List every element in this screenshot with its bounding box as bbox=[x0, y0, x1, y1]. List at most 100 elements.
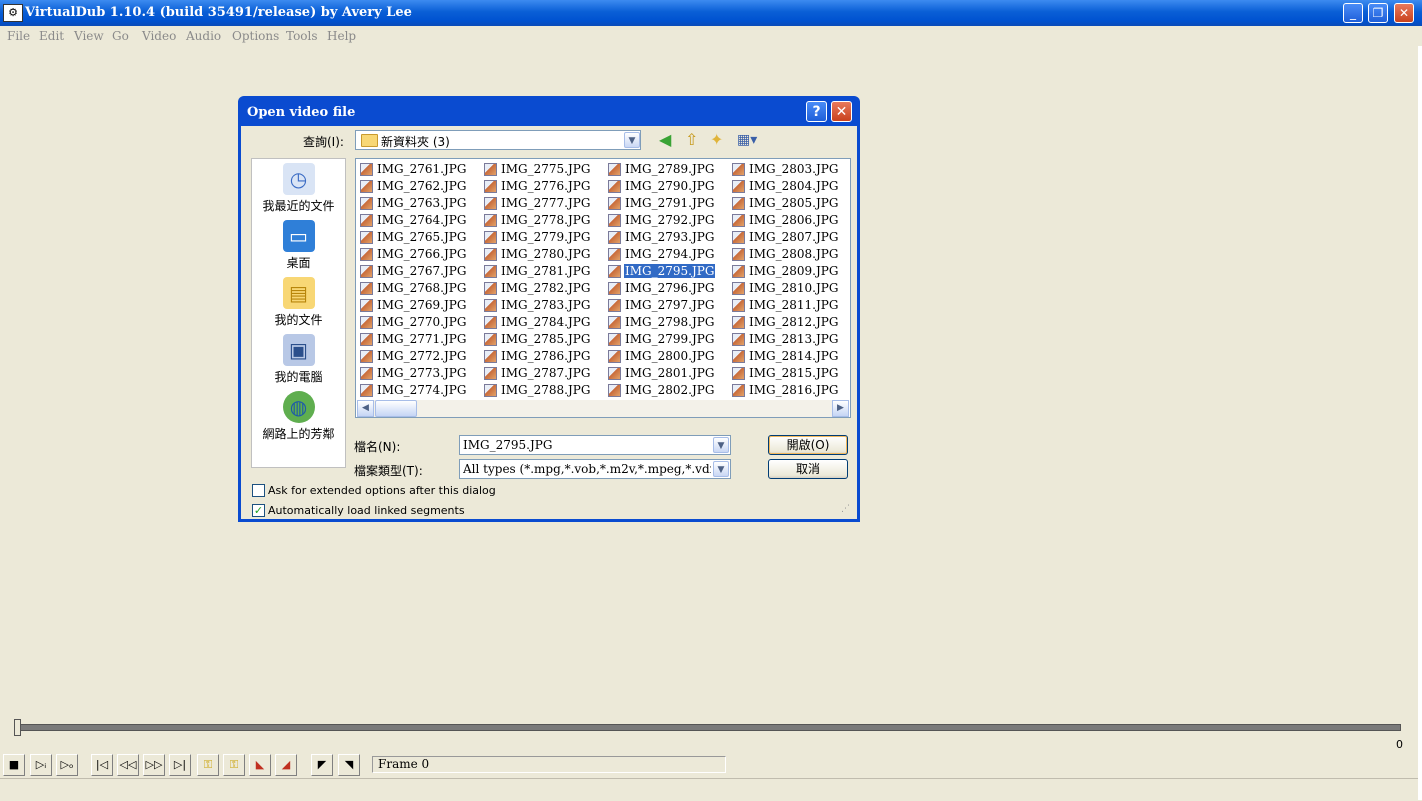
file-item[interactable]: IMG_2772.JPG bbox=[358, 348, 482, 365]
file-item[interactable]: IMG_2773.JPG bbox=[358, 365, 482, 382]
selected-file-item[interactable]: IMG_2795.JPG bbox=[606, 263, 730, 280]
stop-icon[interactable]: ■ bbox=[3, 754, 25, 776]
chevron-down-icon[interactable]: ▼ bbox=[624, 132, 640, 148]
file-item[interactable]: IMG_2765.JPG bbox=[358, 229, 482, 246]
menu-options[interactable]: Options bbox=[232, 29, 279, 43]
look-in-dropdown[interactable]: 新資料夾 (3) ▼ bbox=[355, 130, 641, 150]
place-network[interactable]: ◍ 網路上的芳鄰 bbox=[252, 391, 345, 442]
place-recent[interactable]: ◷ 我最近的文件 bbox=[252, 163, 345, 214]
scroll-left-icon[interactable]: ◀ bbox=[357, 400, 374, 417]
cancel-button[interactable]: 取消 bbox=[768, 459, 848, 479]
file-item[interactable]: IMG_2799.JPG bbox=[606, 331, 730, 348]
load-linked-checkbox[interactable]: ✓ bbox=[252, 504, 265, 517]
file-item[interactable]: IMG_2764.JPG bbox=[358, 212, 482, 229]
file-item[interactable]: IMG_2797.JPG bbox=[606, 297, 730, 314]
file-item[interactable]: IMG_2800.JPG bbox=[606, 348, 730, 365]
play-output-icon[interactable]: ▷ₒ bbox=[56, 754, 78, 776]
go-end-icon[interactable]: ▷| bbox=[169, 754, 191, 776]
file-item[interactable]: IMG_2810.JPG bbox=[730, 280, 850, 297]
scroll-thumb[interactable] bbox=[375, 400, 417, 417]
resize-grip-icon[interactable]: ⋰ bbox=[841, 504, 850, 514]
menu-audio[interactable]: Audio bbox=[186, 29, 221, 43]
file-item[interactable]: IMG_2790.JPG bbox=[606, 178, 730, 195]
file-item[interactable]: IMG_2782.JPG bbox=[482, 280, 606, 297]
open-button[interactable]: 開啟(O) bbox=[768, 435, 848, 455]
filetype-select[interactable]: All types (*.mpg,*.vob,*.m2v,*.mpeg,*.vd… bbox=[459, 459, 731, 479]
file-item[interactable]: IMG_2811.JPG bbox=[730, 297, 850, 314]
file-item[interactable]: IMG_2801.JPG bbox=[606, 365, 730, 382]
file-item[interactable]: IMG_2816.JPG bbox=[730, 382, 850, 399]
app-icon[interactable]: ⚙ bbox=[3, 4, 23, 22]
prev-key-icon[interactable]: ⚿ bbox=[197, 754, 219, 776]
file-item[interactable]: IMG_2807.JPG bbox=[730, 229, 850, 246]
menu-go[interactable]: Go bbox=[112, 29, 129, 43]
menu-edit[interactable]: Edit bbox=[39, 29, 64, 43]
place-my-documents[interactable]: ▤ 我的文件 bbox=[252, 277, 345, 328]
file-item[interactable]: IMG_2783.JPG bbox=[482, 297, 606, 314]
file-item[interactable]: IMG_2769.JPG bbox=[358, 297, 482, 314]
place-my-computer[interactable]: ▣ 我的電腦 bbox=[252, 334, 345, 385]
next-key-icon[interactable]: ⚿ bbox=[223, 754, 245, 776]
new-folder-icon[interactable]: ✦ bbox=[710, 132, 723, 148]
file-item[interactable]: IMG_2770.JPG bbox=[358, 314, 482, 331]
file-item[interactable]: IMG_2796.JPG bbox=[606, 280, 730, 297]
chevron-down-icon[interactable]: ▼ bbox=[713, 461, 729, 477]
file-item[interactable]: IMG_2771.JPG bbox=[358, 331, 482, 348]
back-icon[interactable]: ◀ bbox=[659, 132, 671, 148]
file-item[interactable]: IMG_2788.JPG bbox=[482, 382, 606, 399]
file-item[interactable]: IMG_2767.JPG bbox=[358, 263, 482, 280]
chevron-down-icon[interactable]: ▼ bbox=[713, 437, 729, 453]
file-item[interactable]: IMG_2785.JPG bbox=[482, 331, 606, 348]
file-item[interactable]: IMG_2777.JPG bbox=[482, 195, 606, 212]
file-item[interactable]: IMG_2814.JPG bbox=[730, 348, 850, 365]
menu-view[interactable]: View bbox=[74, 29, 104, 43]
up-folder-icon[interactable]: ⇧ bbox=[685, 132, 698, 148]
file-item[interactable]: IMG_2803.JPG bbox=[730, 161, 850, 178]
file-item[interactable]: IMG_2784.JPG bbox=[482, 314, 606, 331]
file-item[interactable]: IMG_2793.JPG bbox=[606, 229, 730, 246]
file-item[interactable]: IMG_2804.JPG bbox=[730, 178, 850, 195]
file-item[interactable]: IMG_2763.JPG bbox=[358, 195, 482, 212]
file-item[interactable]: IMG_2761.JPG bbox=[358, 161, 482, 178]
scroll-right-icon[interactable]: ▶ bbox=[832, 400, 849, 417]
file-item[interactable]: IMG_2762.JPG bbox=[358, 178, 482, 195]
file-item[interactable]: IMG_2787.JPG bbox=[482, 365, 606, 382]
file-item[interactable]: IMG_2768.JPG bbox=[358, 280, 482, 297]
menu-help[interactable]: Help bbox=[327, 29, 356, 43]
mark-in-icon[interactable]: ◤ bbox=[311, 754, 333, 776]
file-item[interactable]: IMG_2808.JPG bbox=[730, 246, 850, 263]
file-item[interactable]: IMG_2802.JPG bbox=[606, 382, 730, 399]
menu-tools[interactable]: Tools bbox=[286, 29, 318, 43]
file-item[interactable]: IMG_2778.JPG bbox=[482, 212, 606, 229]
filename-input[interactable]: IMG_2795.JPG ▼ bbox=[459, 435, 731, 455]
restore-button[interactable]: ❐ bbox=[1368, 3, 1388, 23]
file-item[interactable]: IMG_2812.JPG bbox=[730, 314, 850, 331]
prev-scene-icon[interactable]: ◣ bbox=[249, 754, 271, 776]
close-button[interactable]: ✕ bbox=[1394, 3, 1414, 23]
file-item[interactable]: IMG_2781.JPG bbox=[482, 263, 606, 280]
file-item[interactable]: IMG_2775.JPG bbox=[482, 161, 606, 178]
file-item[interactable]: IMG_2786.JPG bbox=[482, 348, 606, 365]
go-start-icon[interactable]: |◁ bbox=[91, 754, 113, 776]
file-item[interactable]: IMG_2766.JPG bbox=[358, 246, 482, 263]
file-item[interactable]: IMG_2789.JPG bbox=[606, 161, 730, 178]
mark-out-icon[interactable]: ◥ bbox=[338, 754, 360, 776]
menu-video[interactable]: Video bbox=[142, 29, 176, 43]
position-slider[interactable] bbox=[14, 719, 21, 736]
file-item[interactable]: IMG_2776.JPG bbox=[482, 178, 606, 195]
position-trackbar[interactable] bbox=[14, 724, 1401, 731]
file-item[interactable]: IMG_2774.JPG bbox=[358, 382, 482, 399]
file-item[interactable]: IMG_2792.JPG bbox=[606, 212, 730, 229]
file-item[interactable]: IMG_2791.JPG bbox=[606, 195, 730, 212]
file-item[interactable]: IMG_2806.JPG bbox=[730, 212, 850, 229]
file-item[interactable]: IMG_2809.JPG bbox=[730, 263, 850, 280]
place-desktop[interactable]: ▭ 桌面 bbox=[252, 220, 345, 271]
file-item[interactable]: IMG_2813.JPG bbox=[730, 331, 850, 348]
step-forward-icon[interactable]: ▷▷ bbox=[143, 754, 165, 776]
file-item[interactable]: IMG_2794.JPG bbox=[606, 246, 730, 263]
help-button[interactable]: ? bbox=[806, 101, 827, 122]
step-back-icon[interactable]: ◁◁ bbox=[117, 754, 139, 776]
file-item[interactable]: IMG_2780.JPG bbox=[482, 246, 606, 263]
extended-options-checkbox[interactable] bbox=[252, 484, 265, 497]
dialog-close-button[interactable]: ✕ bbox=[831, 101, 852, 122]
